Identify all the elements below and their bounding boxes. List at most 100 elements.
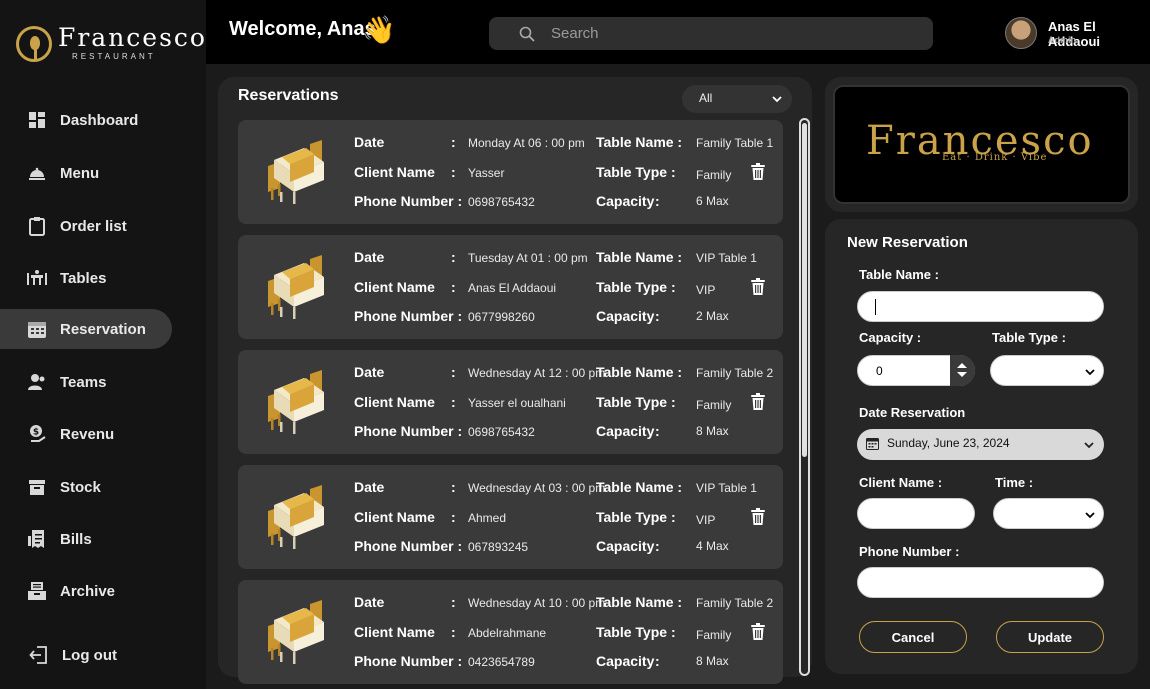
users-icon — [28, 374, 45, 390]
reservation-card[interactable]: Date: Wednesday At 10 : 00 pm Client Name:… — [238, 580, 783, 684]
colon-separator: : — [451, 509, 456, 525]
table-type-select[interactable] — [990, 355, 1104, 386]
phone-number: 0423654789 — [468, 655, 535, 669]
table-name-field[interactable] — [857, 291, 1104, 322]
client-name-field[interactable] — [857, 498, 975, 529]
sidebar-item-stock[interactable]: Stock — [0, 467, 172, 507]
capacity-value: 2 Max — [696, 309, 729, 323]
trash-icon[interactable] — [751, 393, 765, 410]
capacity-value: 8 Max — [696, 654, 729, 668]
cancel-button[interactable]: Cancel — [859, 621, 967, 653]
capacity-value: 6 Max — [696, 194, 729, 208]
sidebar-item-dashboard[interactable]: Dashboard — [0, 100, 172, 140]
sidebar-item-bills[interactable]: Bills — [0, 519, 172, 559]
user-role: Admin — [1048, 35, 1076, 45]
sidebar-item-reservation[interactable]: Reservation — [0, 309, 172, 349]
client-name: Abdelrahmane — [468, 626, 547, 640]
chevron-down-icon — [772, 96, 782, 103]
colon-separator: : — [451, 364, 456, 380]
sidebar-item-menu[interactable]: Menu — [0, 153, 172, 193]
sidebar-item-teams[interactable]: Teams — [0, 362, 172, 402]
sidebar-item-label: Order list — [60, 217, 127, 235]
reservation-card[interactable]: Date: Tuesday At 01 : 00 pm Client Name: An… — [238, 235, 783, 339]
capacity-value: 8 Max — [696, 424, 729, 438]
logout-label: Log out — [62, 646, 117, 664]
table-name-label: Table Name : — [859, 267, 939, 282]
trash-icon[interactable] — [751, 163, 765, 180]
clipboard-icon — [29, 217, 45, 236]
trash-icon[interactable] — [751, 508, 765, 525]
table-name: Family Table 2 — [696, 596, 774, 610]
sidebar-item-order-list[interactable]: Order list — [0, 206, 172, 246]
phone-number-field[interactable] — [857, 567, 1104, 598]
reservations-title: Reservations — [238, 87, 339, 104]
phone-number: 0677998260 — [468, 310, 535, 324]
client-name-label: Client Name — [354, 164, 435, 180]
table-type-label: Table Type : — [596, 624, 676, 640]
trash-icon[interactable] — [751, 278, 765, 295]
sidebar-item-label: Teams — [60, 373, 107, 391]
colon-separator: : — [451, 479, 456, 495]
sidebar-item-revenu[interactable]: $ Revenu — [0, 414, 172, 454]
text-cursor — [875, 299, 876, 315]
colon-separator: : — [655, 538, 660, 554]
table-name-label: Table Name : — [596, 594, 683, 610]
waving-hand-icon: 👋 — [362, 15, 396, 45]
time-label: Time : — [995, 475, 1034, 490]
reservation-date: Wednesday At 12 : 00 pm — [468, 366, 606, 380]
logo-subtitle: RESTAURANT — [72, 52, 156, 61]
phone-number-label: Phone Number : — [859, 544, 960, 559]
search-bar[interactable]: Search — [489, 17, 933, 50]
sidebar-item-label: Reservation — [60, 320, 146, 338]
sidebar-item-archive[interactable]: Archive — [0, 571, 172, 611]
reservation-card[interactable]: Date: Wednesday At 03 : 00 pm Client Name:… — [238, 465, 783, 569]
cloche-icon — [29, 167, 45, 180]
table-type: VIP — [696, 283, 716, 297]
table-name: Family Table 1 — [696, 136, 774, 150]
reservation-card[interactable]: Date: Wednesday At 12 : 00 pm Client Name:… — [238, 350, 783, 454]
phone-number-label: Phone Number : — [354, 423, 463, 439]
time-select[interactable] — [993, 498, 1104, 529]
search-input[interactable]: Search — [551, 25, 599, 42]
colon-separator: : — [451, 134, 456, 150]
colon-separator: : — [451, 249, 456, 265]
date-label: Date — [354, 594, 385, 610]
dining-table-icon — [27, 270, 47, 285]
sidebar-item-label: Stock — [60, 478, 101, 496]
table-type: Family — [696, 628, 732, 642]
brand-tagline: Eat · Drink · Vibe — [942, 152, 1048, 163]
sidebar-item-tables[interactable]: Tables — [0, 258, 172, 298]
app-logo[interactable]: Francesco RESTAURANT — [16, 22, 205, 66]
reservation-date: Wednesday At 10 : 00 pm — [468, 596, 606, 610]
trash-icon[interactable] — [751, 623, 765, 640]
calendar-icon — [28, 322, 46, 338]
sidebar-item-label: Revenu — [60, 425, 115, 443]
scrollbar[interactable] — [799, 118, 810, 676]
logout-button[interactable]: Log out — [0, 635, 172, 675]
receipt-icon — [28, 530, 44, 548]
colon-separator: : — [451, 624, 456, 640]
colon-separator: : — [451, 394, 456, 410]
phone-number-label: Phone Number : — [354, 308, 463, 324]
date-reservation-picker[interactable]: Sunday, June 23, 2024 — [857, 429, 1104, 460]
calendar-icon — [866, 438, 879, 450]
capacity-label: Capacity — [596, 308, 655, 324]
table-type: Family — [696, 398, 732, 412]
archive-box-icon — [29, 480, 45, 495]
client-name-label: Client Name — [354, 279, 435, 295]
reservation-card[interactable]: Date: Monday At 06 : 00 pm Client Name: Yas… — [238, 120, 783, 224]
phone-number: 0698765432 — [468, 425, 535, 439]
client-name-label: Client Name — [354, 624, 435, 640]
phone-number-label: Phone Number : — [354, 538, 463, 554]
form-title: New Reservation — [847, 234, 968, 251]
sidebar-item-label: Tables — [60, 269, 107, 287]
table-name: VIP Table 1 — [696, 251, 757, 265]
phone-number: 0698765432 — [468, 195, 535, 209]
date-reservation-label: Date Reservation — [859, 405, 966, 420]
reservation-filter-select[interactable]: All — [682, 85, 792, 113]
avatar[interactable] — [1005, 17, 1037, 49]
date-reservation-value: Sunday, June 23, 2024 — [887, 436, 1010, 450]
client-name-label: Client Name — [354, 509, 435, 525]
scrollbar-thumb[interactable] — [802, 123, 807, 457]
update-button[interactable]: Update — [996, 621, 1104, 653]
